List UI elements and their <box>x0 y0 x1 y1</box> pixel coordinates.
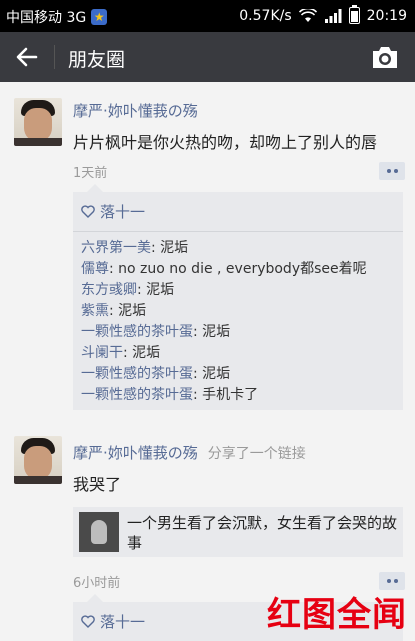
post-time: 1天前 <box>73 166 108 181</box>
post-author[interactable]: 摩严·妳卟懂莪の殇 分享了一个链接 <box>73 442 306 463</box>
network-speed: 0.57K/s <box>239 7 292 24</box>
like-user[interactable]: 落十一 <box>100 611 145 632</box>
likes-row: 落十一 <box>73 192 403 231</box>
likes-comments-panel: 落十一 六界第一美: 泥垢 儒尊: no zuo no die , everyb… <box>73 184 403 410</box>
watermark-logo: 红图全闻 <box>267 595 407 635</box>
post-text: 片片枫叶是你火热的吻，却吻上了别人的唇 <box>73 133 378 152</box>
comment[interactable]: 斗阑干: 泥垢 <box>81 343 395 364</box>
avatar[interactable] <box>14 98 62 146</box>
heart-icon <box>81 205 95 218</box>
shared-link-card[interactable]: 一个男生看了会沉默，女生看了会哭的故事 <box>73 507 403 557</box>
clock: 20:19 <box>366 7 407 24</box>
signal-icon <box>324 8 342 23</box>
camera-icon[interactable] <box>371 44 399 70</box>
heart-icon <box>81 615 95 628</box>
comment[interactable]: 六界第一美: 泥垢 <box>81 238 395 259</box>
arrow-left-icon[interactable] <box>14 44 40 70</box>
share-action-text: 分享了一个链接 <box>207 446 306 462</box>
link-thumbnail <box>79 512 119 552</box>
comment[interactable]: 紫熏: 泥垢 <box>81 301 395 322</box>
comment[interactable]: 东方彧卿: 泥垢 <box>81 280 395 301</box>
link-title: 一个男生看了会沉默，女生看了会哭的故事 <box>127 514 398 552</box>
comment[interactable]: 儒尊: no zuo no die , everybody都see着呢 <box>81 259 395 280</box>
comment[interactable]: 一颗性感的茶叶蛋: 手机卡了 <box>81 385 395 406</box>
battery-icon <box>348 5 360 24</box>
nav-bar: 朋友圈 <box>0 32 415 82</box>
like-user[interactable]: 落十一 <box>100 201 145 222</box>
nav-divider <box>54 45 55 69</box>
comment[interactable]: 一颗性感的茶叶蛋: 泥垢 <box>81 322 395 343</box>
comment[interactable]: 一颗性感的茶叶蛋: 泥垢 <box>81 364 395 385</box>
carrier-label: 中国移动 3G <box>6 10 87 26</box>
page-title: 朋友圈 <box>68 49 126 71</box>
post-text: 我哭了 <box>73 475 122 494</box>
wifi-icon <box>298 8 317 22</box>
status-bar: 中国移动 3G ★ 0.57K/s 20:19 <box>0 0 415 32</box>
post-time: 6小时前 <box>73 576 121 591</box>
star-badge-icon: ★ <box>91 9 108 25</box>
avatar[interactable] <box>14 436 62 484</box>
comment-menu-button[interactable] <box>379 162 405 180</box>
post-author[interactable]: 摩严·妳卟懂莪の殇 <box>73 100 198 121</box>
comment-list: 六界第一美: 泥垢 儒尊: no zuo no die , everybody都… <box>73 232 403 410</box>
